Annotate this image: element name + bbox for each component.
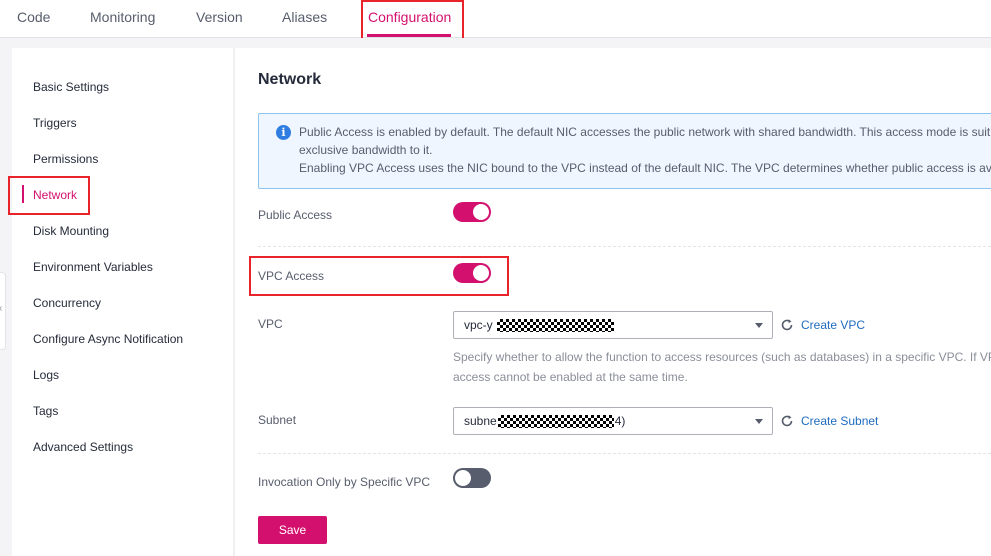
sidebar-item-environment-variables[interactable]: Environment Variables bbox=[33, 260, 153, 274]
active-tab-indicator bbox=[367, 34, 451, 37]
vpc-help-line-1: Specify whether to allow the function to… bbox=[453, 350, 991, 364]
chevron-left-icon: ‹ bbox=[0, 303, 2, 314]
top-gutter bbox=[0, 38, 991, 48]
divider bbox=[258, 453, 991, 454]
save-button[interactable]: Save bbox=[258, 516, 327, 544]
redacted-value bbox=[498, 415, 614, 428]
top-tab-bar: Code Monitoring Version Aliases Configur… bbox=[0, 0, 991, 38]
refresh-icon[interactable] bbox=[780, 318, 794, 332]
settings-sidebar: Basic Settings Triggers Permissions Netw… bbox=[12, 48, 233, 556]
sidebar-collapse-handle[interactable]: ‹ bbox=[0, 272, 6, 350]
vpc-access-label: VPC Access bbox=[258, 269, 325, 283]
page-title: Network bbox=[258, 71, 322, 88]
sidebar-item-tags[interactable]: Tags bbox=[33, 404, 58, 418]
info-text-line-2: exclusive bandwidth to it. bbox=[299, 143, 433, 157]
divider bbox=[258, 246, 991, 247]
tab-code[interactable]: Code bbox=[17, 9, 50, 25]
active-sidebar-indicator bbox=[22, 185, 24, 203]
refresh-icon[interactable] bbox=[780, 414, 794, 428]
vpc-access-toggle[interactable] bbox=[453, 263, 491, 283]
sidebar-item-disk-mounting[interactable]: Disk Mounting bbox=[33, 224, 109, 238]
chevron-down-icon bbox=[755, 419, 763, 424]
subnet-label: Subnet bbox=[258, 413, 297, 427]
create-vpc-link[interactable]: Create VPC bbox=[801, 318, 865, 332]
sidebar-item-network[interactable]: Network bbox=[33, 188, 77, 202]
sidebar-item-async-notification[interactable]: Configure Async Notification bbox=[33, 332, 183, 346]
sidebar-item-advanced-settings[interactable]: Advanced Settings bbox=[33, 440, 133, 454]
redacted-value bbox=[497, 319, 614, 332]
vpc-select[interactable]: vpc-y) bbox=[453, 311, 773, 339]
sidebar-item-basic-settings[interactable]: Basic Settings bbox=[33, 80, 109, 94]
tab-version[interactable]: Version bbox=[196, 9, 243, 25]
invocation-only-label: Invocation Only by Specific VPC bbox=[258, 475, 431, 489]
tab-aliases[interactable]: Aliases bbox=[282, 9, 327, 25]
toggle-knob bbox=[455, 470, 471, 486]
chevron-down-icon bbox=[755, 323, 763, 328]
info-text-line-1: Public Access is enabled by default. The… bbox=[299, 125, 991, 139]
subnet-select[interactable]: subne 4) bbox=[453, 407, 773, 435]
tab-monitoring[interactable]: Monitoring bbox=[90, 9, 155, 25]
sidebar-item-permissions[interactable]: Permissions bbox=[33, 152, 98, 166]
toggle-knob bbox=[473, 265, 489, 281]
toggle-knob bbox=[473, 204, 489, 220]
invocation-only-toggle[interactable] bbox=[453, 468, 491, 488]
public-access-label: Public Access bbox=[258, 208, 333, 222]
sidebar-item-triggers[interactable]: Triggers bbox=[33, 116, 77, 130]
create-subnet-link[interactable]: Create Subnet bbox=[801, 414, 878, 428]
vpc-label: VPC bbox=[258, 317, 283, 331]
vpc-help-line-2: access cannot be enabled at the same tim… bbox=[453, 370, 688, 384]
public-access-toggle[interactable] bbox=[453, 202, 491, 222]
info-icon: i bbox=[276, 125, 291, 140]
sidebar-item-logs[interactable]: Logs bbox=[33, 368, 59, 382]
sidebar-item-concurrency[interactable]: Concurrency bbox=[33, 296, 101, 310]
info-text-line-3: Enabling VPC Access uses the NIC bound t… bbox=[299, 161, 991, 175]
tab-configuration[interactable]: Configuration bbox=[368, 9, 451, 25]
